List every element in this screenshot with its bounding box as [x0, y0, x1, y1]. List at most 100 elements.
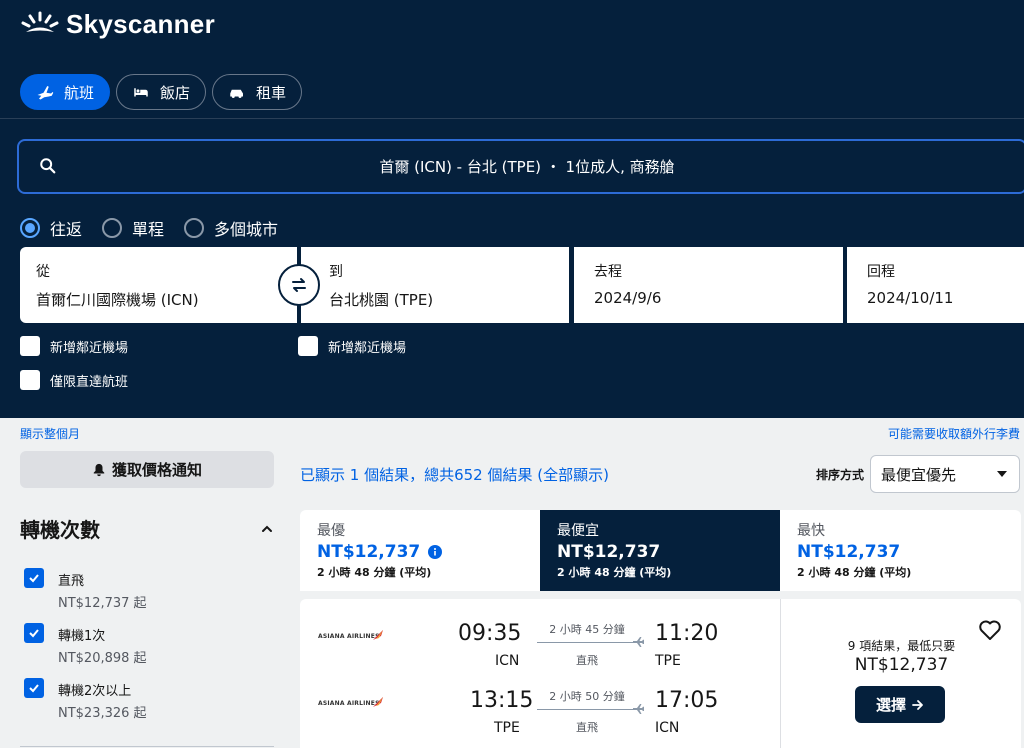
- tab-flights[interactable]: 航班: [20, 74, 111, 110]
- skyscanner-logo[interactable]: Skyscanner: [20, 8, 215, 40]
- arrive-time: 17:05: [655, 688, 719, 713]
- filter-divider: [20, 746, 274, 747]
- return-date-field[interactable]: 回程 2024/10/11: [847, 247, 1024, 323]
- from-field[interactable]: 從 首爾仁川國際機場 (ICN): [20, 247, 297, 323]
- tab-car-hire[interactable]: 租車: [212, 74, 303, 110]
- sort-select[interactable]: 最便宜優先: [870, 455, 1020, 493]
- sort-tab-price: NT$12,737: [797, 542, 901, 562]
- route-line: [537, 709, 633, 710]
- price-alert-label: 獲取價格通知: [111, 461, 202, 479]
- swap-button[interactable]: [278, 264, 320, 306]
- tab-hotels[interactable]: 飯店: [116, 74, 207, 110]
- chevron-up-icon[interactable]: [260, 522, 274, 536]
- price-alert-button[interactable]: 獲取價格通知: [20, 451, 274, 488]
- stops-option-label: 轉機1次: [58, 629, 106, 644]
- stops-filter-header[interactable]: 轉機次數: [20, 514, 274, 543]
- checkbox[interactable]: [20, 370, 40, 390]
- asiana-wing-icon: [373, 697, 383, 707]
- radio-button[interactable]: [20, 218, 40, 238]
- direct-only-checkbox[interactable]: 僅限直達航班: [20, 370, 128, 390]
- swap-icon: [292, 278, 306, 292]
- select-label: 選擇: [875, 696, 906, 714]
- airline-name: ASIANA AIRLINES: [318, 700, 380, 707]
- radio-return[interactable]: 往返: [20, 216, 82, 240]
- radio-label: 單程: [132, 220, 165, 239]
- sort-tab-cheapest[interactable]: 最便宜 NT$12,737 2 小時 48 分鐘 (平均): [540, 510, 780, 591]
- deals-count: 9 項結果，最低只要: [847, 639, 956, 653]
- header-divider: [0, 118, 1024, 119]
- checkbox-checked[interactable]: [24, 623, 44, 643]
- baggage-fees-link[interactable]: 可能需要收取額外行李費: [888, 425, 1020, 442]
- asiana-wing-icon: [373, 630, 383, 640]
- tab-label: 飯店: [160, 83, 191, 102]
- flight-result-card[interactable]: ASIANA AIRLINES 09:35 ICN 2 小時 45 分鐘 直飛 …: [300, 599, 1021, 748]
- stops-option-price: NT$23,326 起: [58, 706, 147, 721]
- checkbox[interactable]: [20, 336, 40, 356]
- stops-option-one-stop[interactable]: 轉機1次 NT$20,898 起: [24, 623, 274, 667]
- stops-option-price: NT$12,737 起: [58, 596, 147, 611]
- plane-icon: [37, 86, 54, 100]
- sort-tab-fastest[interactable]: 最快 NT$12,737 2 小時 48 分鐘 (平均): [780, 510, 1020, 591]
- product-tabs: 航班 飯店 租車: [20, 74, 303, 110]
- nearby-to-checkbox[interactable]: 新增鄰近機場: [298, 336, 406, 356]
- depart-date-field[interactable]: 去程 2024/9/6: [574, 247, 843, 323]
- search-icon: [40, 158, 56, 174]
- radio-button[interactable]: [184, 218, 205, 238]
- search-summary-bar[interactable]: 首爾 (ICN) - 台北 (TPE) ・ 1位成人, 商務艙: [17, 139, 1024, 194]
- route-line: [537, 642, 633, 643]
- sort-tab-best[interactable]: 最優 NT$12,737 2 小時 48 分鐘 (平均): [300, 510, 540, 591]
- checkbox-label: 新增鄰近機場: [328, 340, 407, 356]
- bell-icon: [93, 463, 105, 476]
- arrive-airport: ICN: [655, 720, 680, 736]
- field-label: 去程: [594, 264, 622, 280]
- check-icon: [29, 684, 39, 693]
- check-icon: [29, 629, 39, 638]
- sort-tab-price: NT$12,737: [317, 542, 421, 562]
- trip-type-group: 往返 單程 多個城市: [20, 216, 278, 240]
- checkbox-checked[interactable]: [24, 678, 44, 698]
- search-header: Skyscanner 航班 飯店 租車 首爾 (ICN) - 台北 (TPE) …: [0, 0, 1024, 418]
- search-fields: 從 首爾仁川國際機場 (ICN) 到 台北桃園 (TPE) 去程 2024/9/…: [20, 247, 1024, 323]
- stops-option-label: 轉機2次以上: [58, 684, 132, 699]
- results-count[interactable]: 已顯示 1 個結果，總共652 個結果 (全部顯示): [300, 464, 609, 485]
- info-icon[interactable]: [428, 545, 443, 559]
- card-divider: [780, 599, 781, 748]
- radio-one-way[interactable]: 單程: [102, 216, 164, 240]
- bed-icon: [134, 88, 148, 97]
- plane-icon: [633, 637, 644, 647]
- field-label: 回程: [867, 264, 895, 280]
- checkbox-checked[interactable]: [24, 568, 44, 588]
- sort-tab-duration: 2 小時 48 分鐘 (平均): [317, 566, 432, 579]
- flight-duration: 2 小時 45 分鐘: [549, 623, 625, 636]
- airline-logo: ASIANA AIRLINES: [318, 629, 388, 645]
- sort-tab-title: 最快: [797, 523, 825, 539]
- show-whole-month-link[interactable]: 顯示整個月: [20, 425, 80, 442]
- stops-option-label: 直飛: [58, 574, 85, 589]
- tab-label: 航班: [64, 83, 95, 102]
- brand-name: Skyscanner: [66, 8, 215, 39]
- nearby-from-checkbox[interactable]: 新增鄰近機場: [20, 336, 128, 356]
- checkbox[interactable]: [298, 336, 318, 356]
- radio-button[interactable]: [102, 218, 123, 238]
- sunrise-icon: [21, 11, 59, 32]
- stops-option-direct[interactable]: 直飛 NT$12,737 起: [24, 568, 274, 612]
- arrive-time: 11:20: [655, 621, 719, 646]
- radio-multi-city[interactable]: 多個城市: [184, 216, 278, 240]
- stops-option-two-plus[interactable]: 轉機2次以上 NT$23,326 起: [24, 678, 274, 722]
- to-field[interactable]: 到 台北桃園 (TPE): [301, 247, 569, 323]
- radio-label: 往返: [50, 220, 83, 239]
- stops-option-price: NT$20,898 起: [58, 651, 147, 666]
- plane-icon: [633, 704, 644, 714]
- airline-logo: ASIANA AIRLINES: [318, 696, 388, 712]
- depart-time: 09:35: [458, 621, 522, 646]
- arrow-right-icon: [912, 699, 923, 710]
- stops-filter-title: 轉機次數: [20, 518, 100, 542]
- field-label: 從: [36, 264, 50, 280]
- select-button[interactable]: 選擇: [855, 686, 945, 723]
- caret-down-icon: [997, 471, 1007, 477]
- tab-label: 租車: [256, 83, 287, 102]
- checkbox-label: 新增鄰近機場: [50, 340, 129, 356]
- depart-time: 13:15: [470, 688, 534, 713]
- sort-tab-title: 最便宜: [557, 523, 599, 539]
- flight-duration: 2 小時 50 分鐘: [549, 690, 625, 703]
